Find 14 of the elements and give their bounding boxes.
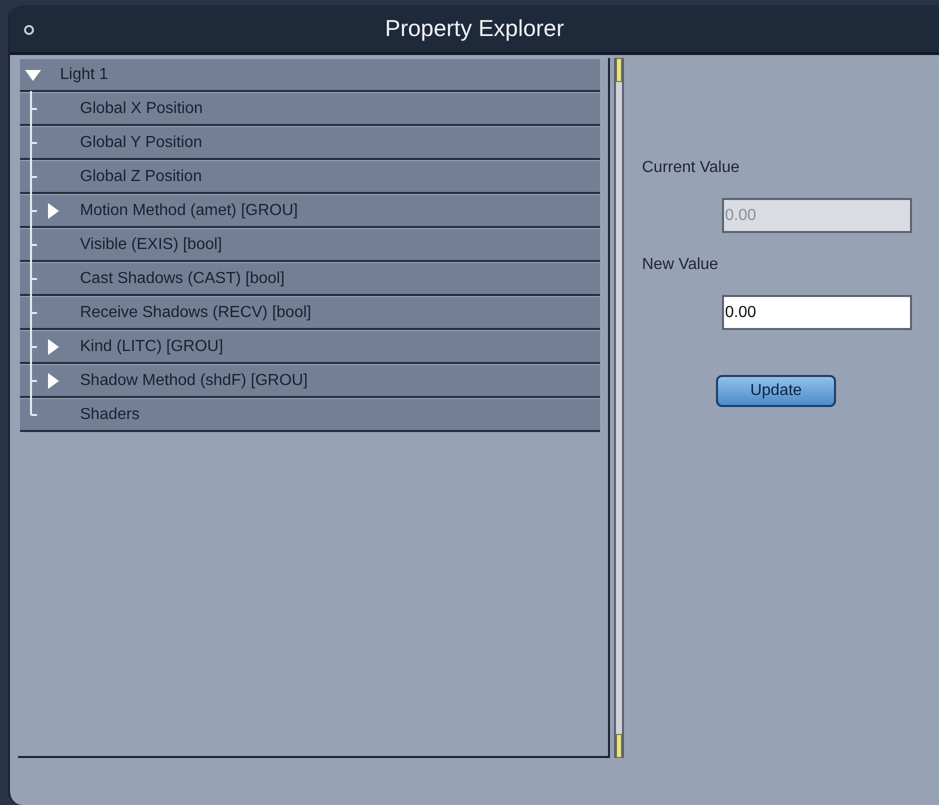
tree-item-label[interactable]: Shaders [80, 402, 140, 426]
window-title: Property Explorer [385, 14, 564, 44]
tree-item-label[interactable]: Global X Position [80, 96, 203, 120]
input-field[interactable]: 0.00 [722, 295, 912, 330]
tree-item-label[interactable]: Global Z Position [80, 164, 202, 188]
window-menu-icon[interactable] [24, 25, 34, 35]
tree-item-label[interactable]: Global Y Position [80, 130, 202, 154]
field-label: Current Value [642, 158, 741, 178]
field-label: New Value [642, 255, 720, 275]
splitter-handle[interactable] [614, 58, 624, 758]
tree-item-label[interactable]: Light 1 [60, 62, 108, 86]
tree-item-label[interactable]: Kind (LITC) [GROU] [80, 334, 224, 358]
update-button[interactable]: Update [716, 375, 836, 407]
tree-item-label[interactable]: Visible (EXIS) [bool] [80, 232, 222, 256]
